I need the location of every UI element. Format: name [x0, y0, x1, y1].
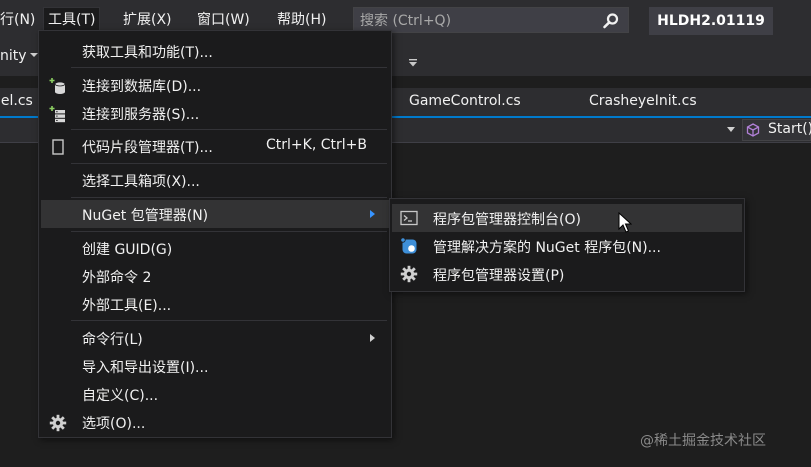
menu-item-label: 创建 GUID(G): [82, 242, 173, 258]
tab-gamecontrol[interactable]: GameControl.cs: [409, 93, 521, 109]
gear-icon: [49, 414, 67, 432]
menu-separator: [71, 197, 387, 198]
database-connect-icon: [49, 78, 66, 94]
chevron-right-icon: [370, 210, 375, 218]
toolbar-target-label[interactable]: nity: [0, 48, 27, 64]
gear-icon: [400, 265, 418, 283]
chevron-right-icon: [370, 334, 375, 342]
method-cube-icon: [746, 123, 760, 137]
menu-item-label: 管理解决方案的 NuGet 程序包(N)...: [433, 240, 661, 256]
menu-item-label: 自定义(C)...: [82, 388, 159, 404]
menu-item-label: 外部命令 2: [82, 270, 152, 286]
chevron-down-icon[interactable]: [30, 53, 38, 57]
menu-item-get-tools[interactable]: 获取工具和功能(T)...: [41, 37, 389, 65]
menu-item-external-tools[interactable]: 外部工具(E)...: [41, 290, 389, 318]
menu-item-label: 选择工具箱项(X)...: [82, 174, 200, 190]
menu-item-package-manager-settings[interactable]: 程序包管理器设置(P): [392, 260, 742, 288]
menu-separator: [71, 231, 387, 232]
watermark: @稀土掘金技术社区: [640, 433, 766, 449]
menu-item-label: 命令行(L): [82, 332, 143, 348]
menu-item-label: 程序包管理器控制台(O): [433, 212, 581, 228]
snippet-icon: [52, 139, 64, 155]
menu-item-shortcut: Ctrl+K, Ctrl+B: [266, 137, 367, 153]
menu-separator: [71, 163, 387, 164]
solution-title-badge: HLDH2.01119: [649, 7, 773, 35]
menu-item-command-line[interactable]: 命令行(L): [41, 324, 389, 352]
console-icon: [400, 210, 418, 226]
search-box[interactable]: [353, 7, 629, 33]
menu-item-label: 连接到数据库(D)...: [82, 79, 202, 95]
toolbar-overflow-icon[interactable]: [408, 58, 418, 68]
menu-separator: [71, 129, 387, 130]
menu-item-manage-nuget-packages[interactable]: 管理解决方案的 NuGet 程序包(N)...: [392, 232, 742, 260]
menu-run[interactable]: 行(N): [0, 8, 39, 32]
menu-item-label: 导入和导出设置(I)...: [82, 360, 209, 376]
menu-help[interactable]: 帮助(H): [273, 8, 330, 32]
menu-item-label: NuGet 包管理器(N): [82, 208, 209, 224]
menu-item-connect-server[interactable]: 连接到服务器(S)...: [41, 99, 389, 127]
menu-item-snippets-manager[interactable]: 代码片段管理器(T)... Ctrl+K, Ctrl+B: [41, 132, 389, 160]
nuget-submenu: 程序包管理器控制台(O) 管理解决方案的 NuGet 程序包(N)... 程序包…: [389, 198, 745, 292]
menu-item-label: 获取工具和功能(T)...: [82, 45, 213, 61]
tab-channel[interactable]: nel.cs: [0, 93, 33, 109]
tools-menu: 获取工具和功能(T)... 连接到数据库(D)... 连接到服务器(S)... …: [38, 30, 392, 438]
menu-separator: [71, 67, 387, 68]
menu-item-options[interactable]: 选项(O)...: [41, 408, 389, 436]
menu-item-label: 选项(O)...: [82, 416, 146, 432]
menu-item-label: 代码片段管理器(T)...: [82, 140, 213, 156]
chevron-down-icon[interactable]: [727, 127, 735, 132]
menu-item-label: 外部工具(E)...: [82, 298, 172, 314]
menu-item-customize[interactable]: 自定义(C)...: [41, 380, 389, 408]
search-icon[interactable]: [602, 12, 620, 30]
member-dropdown[interactable]: Start(): [742, 119, 811, 141]
search-input[interactable]: [358, 10, 598, 32]
mouse-pointer-icon: [618, 212, 632, 233]
menu-separator: [71, 320, 387, 321]
menu-item-label: 程序包管理器设置(P): [433, 268, 565, 284]
menu-item-package-manager-console[interactable]: 程序包管理器控制台(O): [392, 204, 742, 232]
member-dropdown-label: Start(): [768, 121, 811, 137]
menu-item-connect-database[interactable]: 连接到数据库(D)...: [41, 71, 389, 99]
server-connect-icon: [49, 106, 65, 123]
menu-item-nuget-package-manager[interactable]: NuGet 包管理器(N): [41, 200, 389, 228]
tab-crasheyeinit[interactable]: CrasheyeInit.cs: [589, 93, 697, 109]
menu-item-create-guid[interactable]: 创建 GUID(G): [41, 234, 389, 262]
menu-item-import-export-settings[interactable]: 导入和导出设置(I)...: [41, 352, 389, 380]
menu-window[interactable]: 窗口(W): [193, 8, 254, 32]
menu-item-choose-toolbox[interactable]: 选择工具箱项(X)...: [41, 166, 389, 194]
menu-item-external-command-2[interactable]: 外部命令 2: [41, 262, 389, 290]
menu-extensions[interactable]: 扩展(X): [119, 8, 176, 32]
nuget-icon: [400, 237, 417, 254]
menu-item-label: 连接到服务器(S)...: [82, 107, 200, 123]
